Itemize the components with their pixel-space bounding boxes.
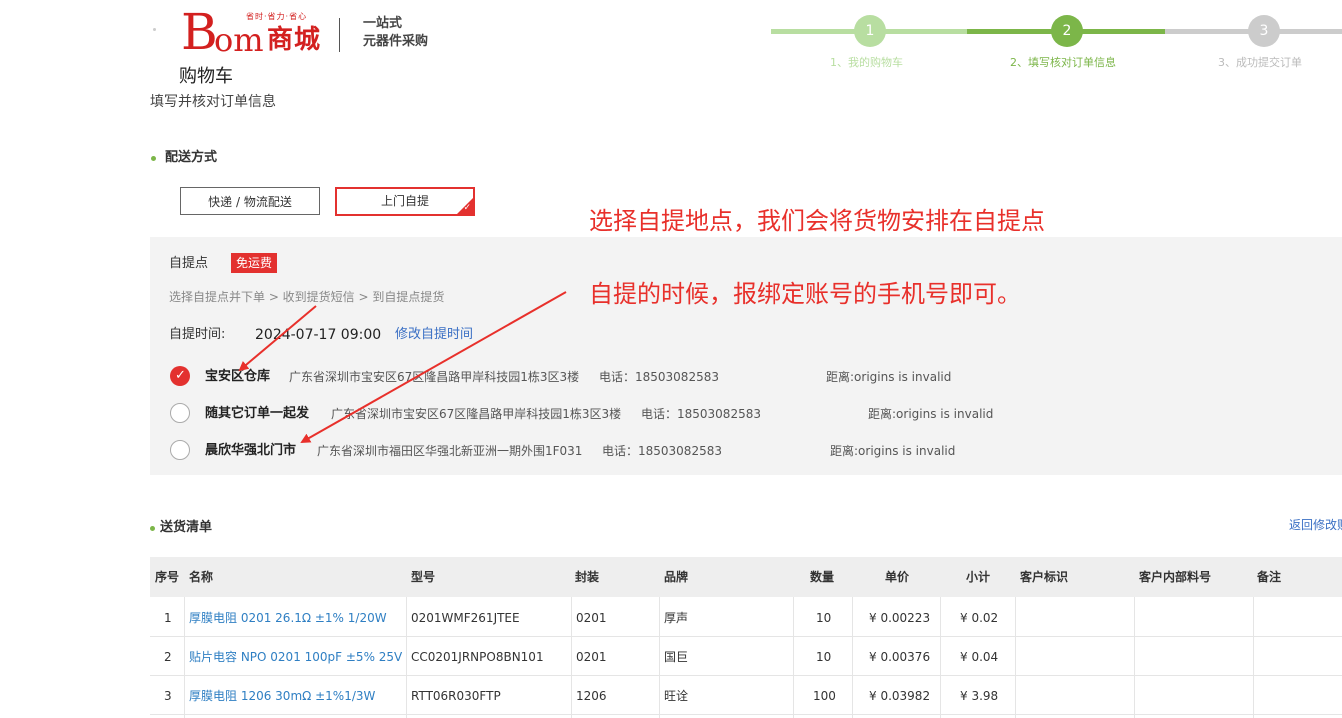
cell-model: 0201WMF261JTEE bbox=[411, 611, 520, 625]
pickup-time-label: 自提时间: bbox=[169, 327, 226, 342]
check-icon: ✓ bbox=[463, 203, 471, 213]
cell-no: 1 bbox=[164, 611, 172, 625]
logo-letter-b: B bbox=[181, 3, 218, 61]
modify-pickup-time-link[interactable]: 修改自提时间 bbox=[395, 327, 473, 343]
col-header-subtotal: 小计 bbox=[966, 570, 991, 584]
product-name-link[interactable]: 贴片电容 NPO 0201 100pF ±5% 25V bbox=[189, 650, 402, 664]
location-address: 广东省深圳市宝安区67区隆昌路甲岸科技园1栋3区3楼 bbox=[331, 407, 622, 421]
col-header-customer-tag: 客户标识 bbox=[1020, 570, 1069, 584]
page-subtitle: 填写并核对订单信息 bbox=[150, 94, 276, 110]
row-divider bbox=[150, 675, 1342, 676]
pickup-location-row[interactable]: 随其它订单一起发 广东省深圳市宝安区67区隆昌路甲岸科技园1栋3区3楼 电话：1… bbox=[150, 399, 1150, 429]
location-phone: 电话：18503082583 bbox=[641, 407, 761, 421]
radio-unchecked-icon[interactable] bbox=[170, 440, 190, 460]
step-circle-1: 1 bbox=[854, 15, 886, 47]
pickup-time-value: 2024-07-17 09:00 bbox=[255, 327, 382, 343]
location-name: 晨欣华强北门市 bbox=[205, 443, 297, 458]
logo-slogan: 省时·省力·省心 bbox=[246, 12, 308, 21]
cell-model: CC0201JRNPO8BN101 bbox=[411, 650, 544, 664]
col-header-no: 序号 bbox=[155, 570, 180, 584]
cell-unit-price: ¥ 0.03982 bbox=[869, 689, 931, 703]
pickup-location-row[interactable]: 晨欣华强北门市 广东省深圳市福田区华强北新亚洲一期外围1F031 电话：1850… bbox=[150, 436, 1150, 466]
step-label-3: 3、成功提交订单 bbox=[1218, 56, 1302, 69]
cell-unit-price: ¥ 0.00223 bbox=[869, 611, 931, 625]
row-divider bbox=[150, 714, 1342, 715]
radio-checked-icon[interactable]: ✓ bbox=[170, 366, 190, 386]
logo-letters-om: om bbox=[214, 21, 264, 59]
cell-subtotal: ¥ 0.02 bbox=[960, 611, 999, 625]
column-divider bbox=[1015, 597, 1016, 718]
col-header-name: 名称 bbox=[189, 570, 214, 584]
location-phone: 电话：18503082583 bbox=[602, 444, 722, 458]
column-divider bbox=[571, 597, 572, 718]
column-divider bbox=[184, 597, 185, 718]
logo-tagline-1: 一站式 bbox=[363, 16, 403, 31]
location-distance: 距离:origins is invalid bbox=[826, 370, 952, 384]
step-circle-2: 2 bbox=[1051, 15, 1083, 47]
cell-brand: 国巨 bbox=[664, 650, 689, 664]
cell-package: 0201 bbox=[576, 650, 607, 664]
col-header-package: 封装 bbox=[575, 570, 600, 584]
cell-no: 3 bbox=[164, 689, 172, 703]
section-bullet-shipping bbox=[150, 526, 155, 531]
col-header-remark: 备注 bbox=[1257, 570, 1282, 584]
cell-subtotal: ¥ 0.04 bbox=[960, 650, 999, 664]
location-distance: 距离:origins is invalid bbox=[830, 444, 956, 458]
logo-tagline-2: 元器件采购 bbox=[363, 34, 429, 49]
row-divider bbox=[150, 636, 1342, 637]
cell-package: 0201 bbox=[576, 611, 607, 625]
column-divider bbox=[1253, 597, 1254, 718]
checkmark-icon: ✓ bbox=[175, 368, 186, 383]
express-delivery-button[interactable]: 快递 / 物流配送 bbox=[180, 187, 320, 215]
product-name-link[interactable]: 厚膜电阻 1206 30mΩ ±1%1/3W bbox=[189, 689, 375, 703]
cell-unit-price: ¥ 0.00376 bbox=[869, 650, 931, 664]
product-name-link[interactable]: 厚膜电阻 0201 26.1Ω ±1% 1/20W bbox=[189, 611, 387, 625]
free-shipping-badge: 免运费 bbox=[231, 253, 278, 273]
back-to-modify-link[interactable]: 返回修改购 bbox=[1289, 518, 1342, 532]
pickup-flow-steps: 选择自提点并下单 > 收到提货短信 > 到自提点提货 bbox=[169, 290, 445, 304]
col-header-unit-price: 单价 bbox=[885, 570, 910, 584]
cell-brand: 厚声 bbox=[664, 611, 689, 625]
cell-subtotal: ¥ 3.98 bbox=[960, 689, 999, 703]
col-header-brand: 品牌 bbox=[664, 570, 689, 584]
location-distance: 距离:origins is invalid bbox=[868, 407, 994, 421]
logo-mall-text: 商城 bbox=[267, 25, 322, 55]
section-bullet-delivery bbox=[151, 156, 156, 161]
radio-unchecked-icon[interactable] bbox=[170, 403, 190, 423]
cell-package: 1206 bbox=[576, 689, 607, 703]
delivery-section-title: 配送方式 bbox=[165, 150, 218, 165]
col-header-qty: 数量 bbox=[810, 570, 835, 584]
step-circle-3: 3 bbox=[1248, 15, 1280, 47]
self-pickup-label: 上门自提 bbox=[380, 194, 429, 208]
column-divider bbox=[406, 597, 407, 718]
location-address: 广东省深圳市宝安区67区隆昌路甲岸科技园1栋3区3楼 bbox=[289, 370, 580, 384]
location-phone: 电话：18503082583 bbox=[599, 370, 719, 384]
pickup-point-label: 自提点 bbox=[169, 256, 209, 271]
col-header-model: 型号 bbox=[411, 570, 436, 584]
step-label-2: 2、填写核对订单信息 bbox=[1010, 56, 1116, 69]
logo-divider bbox=[339, 18, 340, 52]
annotation-text-1: 选择自提地点，我们会将货物安排在自提点 bbox=[589, 207, 1045, 235]
pickup-location-row[interactable]: ✓ 宝安区仓库 广东省深圳市宝安区67区隆昌路甲岸科技园1栋3区3楼 电话：18… bbox=[150, 362, 1150, 392]
column-divider bbox=[659, 597, 660, 718]
cell-model: RTT06R030FTP bbox=[411, 689, 501, 703]
shipping-section-title: 送货清单 bbox=[160, 520, 213, 535]
location-name: 随其它订单一起发 bbox=[205, 406, 310, 421]
location-name: 宝安区仓库 bbox=[205, 369, 271, 384]
column-divider bbox=[940, 597, 941, 718]
page-title: 购物车 bbox=[179, 66, 233, 87]
cell-qty: 100 bbox=[813, 689, 836, 703]
self-pickup-button[interactable]: 上门自提 ✓ bbox=[335, 187, 475, 216]
cell-no: 2 bbox=[164, 650, 172, 664]
step-label-1: 1、我的购物车 bbox=[830, 56, 903, 69]
annotation-text-2: 自提的时候，报绑定账号的手机号即可。 bbox=[589, 280, 1021, 308]
cell-brand: 旺诠 bbox=[664, 689, 689, 703]
column-divider bbox=[1134, 597, 1135, 718]
cell-qty: 10 bbox=[816, 650, 832, 664]
column-divider bbox=[852, 597, 853, 718]
location-address: 广东省深圳市福田区华强北新亚洲一期外围1F031 bbox=[317, 444, 583, 458]
cell-qty: 10 bbox=[816, 611, 832, 625]
col-header-internal-no: 客户内部料号 bbox=[1139, 570, 1212, 584]
column-divider bbox=[793, 597, 794, 718]
